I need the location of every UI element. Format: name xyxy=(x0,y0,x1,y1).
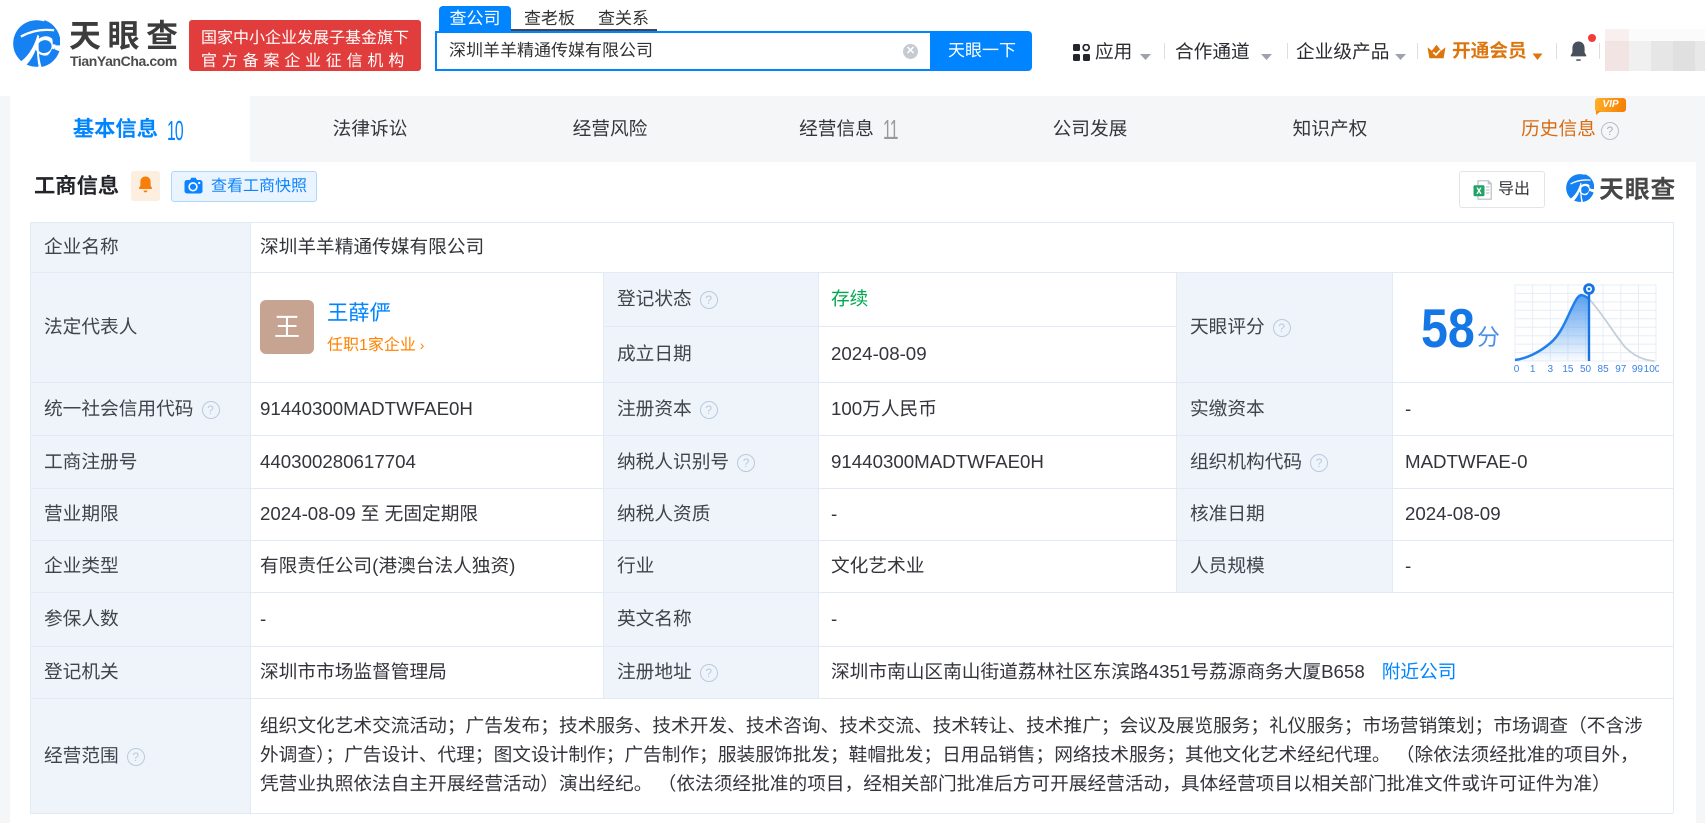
svg-text:99: 99 xyxy=(1632,364,1644,375)
svg-text:97: 97 xyxy=(1615,364,1627,375)
svg-text:50: 50 xyxy=(1580,364,1592,375)
svg-text:85: 85 xyxy=(1598,364,1610,375)
svg-text:3: 3 xyxy=(1548,364,1554,375)
svg-text:1: 1 xyxy=(1530,364,1536,375)
svg-text:0: 0 xyxy=(1514,364,1520,375)
svg-text:15: 15 xyxy=(1562,364,1574,375)
svg-text:100: 100 xyxy=(1644,364,1659,375)
